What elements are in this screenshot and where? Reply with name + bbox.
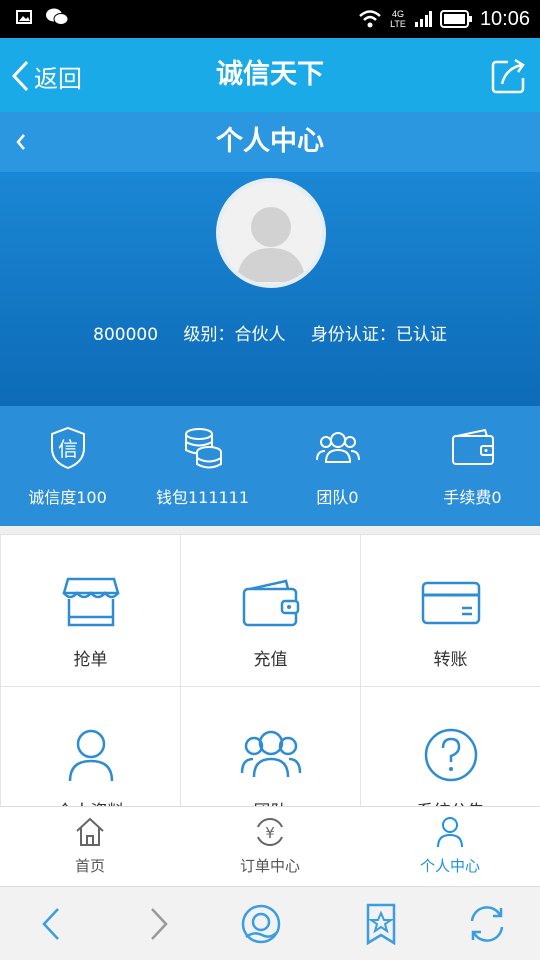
stat-label: 诚信度100 — [28, 488, 107, 507]
back-button[interactable]: 返回 — [10, 56, 82, 96]
tab-profile[interactable]: 个人中心 — [360, 807, 540, 886]
bookmark-icon[interactable] — [358, 901, 404, 947]
status-bar: 4G LTE 10:06 — [0, 0, 540, 38]
grid-item-profile[interactable]: 个人资料 — [1, 687, 180, 806]
profile-title-bar: 个人中心 — [0, 112, 540, 172]
browser-toolbar — [0, 886, 540, 960]
grid-item-label: 充值 — [253, 650, 288, 670]
image-icon — [16, 10, 32, 24]
account-id: 800000 — [93, 325, 159, 345]
user-level: 级别：合伙人 — [183, 325, 286, 345]
stat-fee[interactable]: 手续费0 — [405, 406, 540, 526]
signal-icon — [414, 11, 432, 27]
identity-status: 身份认证：已认证 — [310, 325, 447, 345]
clock: 10:06 — [479, 7, 530, 30]
back-icon[interactable] — [30, 901, 76, 947]
share-icon[interactable] — [488, 56, 528, 96]
profile-header: 个人中心 800000 级别：合伙人 身份认证：已认证 — [0, 112, 540, 406]
person-icon — [68, 729, 113, 782]
wifi-icon — [359, 10, 381, 28]
default-avatar-icon — [236, 207, 306, 282]
grid-item-team[interactable]: 团队 — [181, 687, 360, 806]
avatar[interactable] — [216, 178, 326, 288]
network-indicator: 4G LTE — [390, 9, 406, 29]
bottom-tab-bar: 首页 ¥ 订单中心 个人中心 — [0, 806, 540, 886]
grid-item-label: 转账 — [433, 650, 468, 670]
svg-text:信: 信 — [58, 437, 78, 461]
grid-item-recharge[interactable]: 充值 — [181, 535, 360, 686]
grid-item-announcement[interactable]: 系统公告 — [361, 687, 540, 806]
shop-icon — [61, 577, 120, 627]
forward-icon[interactable] — [134, 901, 180, 947]
stat-wallet[interactable]: 钱包111111 — [135, 406, 270, 526]
coins-icon — [184, 428, 222, 469]
home-icon[interactable] — [238, 901, 284, 947]
tab-label: 首页 — [74, 857, 105, 875]
grid-item-label: 抢单 — [73, 650, 108, 670]
svg-text:¥: ¥ — [265, 824, 275, 842]
grid-item-label: 个人资料 — [57, 797, 125, 806]
chevron-left-icon — [11, 60, 29, 92]
user-info: 800000 级别：合伙人 身份认证：已认证 — [0, 320, 540, 345]
battery-icon — [439, 10, 472, 28]
user-icon — [437, 817, 463, 848]
grid-item-label: 系统公告 — [417, 797, 485, 806]
profile-title: 个人中心 — [216, 126, 324, 157]
order-icon: ¥ — [257, 818, 283, 846]
back-label: 返回 — [34, 64, 82, 93]
card-icon — [421, 581, 480, 625]
wechat-icon — [46, 8, 68, 25]
group-icon — [240, 730, 301, 778]
team-icon — [315, 432, 360, 463]
refresh-icon[interactable] — [464, 901, 510, 947]
function-grid: 抢单 充值 转账 个人资料 团 — [0, 534, 540, 806]
home-icon — [76, 817, 104, 846]
network-subtype: LTE — [390, 19, 406, 29]
tab-label: 个人中心 — [419, 857, 480, 875]
network-type: 4G — [392, 9, 405, 19]
grid-item-grab-order[interactable]: 抢单 — [1, 535, 180, 686]
tab-label: 订单中心 — [239, 857, 300, 875]
credit-shield-icon: 信 — [50, 426, 85, 470]
chevron-left-icon[interactable] — [10, 124, 34, 160]
stat-label: 团队0 — [316, 488, 359, 507]
grid-item-transfer[interactable]: 转账 — [361, 535, 540, 686]
wallet-icon — [242, 579, 299, 627]
top-navbar: 返回 诚信天下 — [0, 38, 540, 112]
question-icon — [424, 728, 477, 782]
tab-orders[interactable]: ¥ 订单中心 — [180, 807, 360, 886]
stats-row: 信 诚信度100 钱包111111 团队0 手续费0 — [0, 406, 540, 526]
tab-home[interactable]: 首页 — [0, 807, 180, 886]
wallet-icon — [451, 428, 494, 465]
stat-label: 钱包111111 — [155, 488, 250, 507]
stat-team[interactable]: 团队0 — [270, 406, 405, 526]
stat-credit[interactable]: 信 诚信度100 — [0, 406, 135, 526]
grid-item-label: 团队 — [254, 797, 288, 806]
stat-label: 手续费0 — [443, 488, 502, 507]
